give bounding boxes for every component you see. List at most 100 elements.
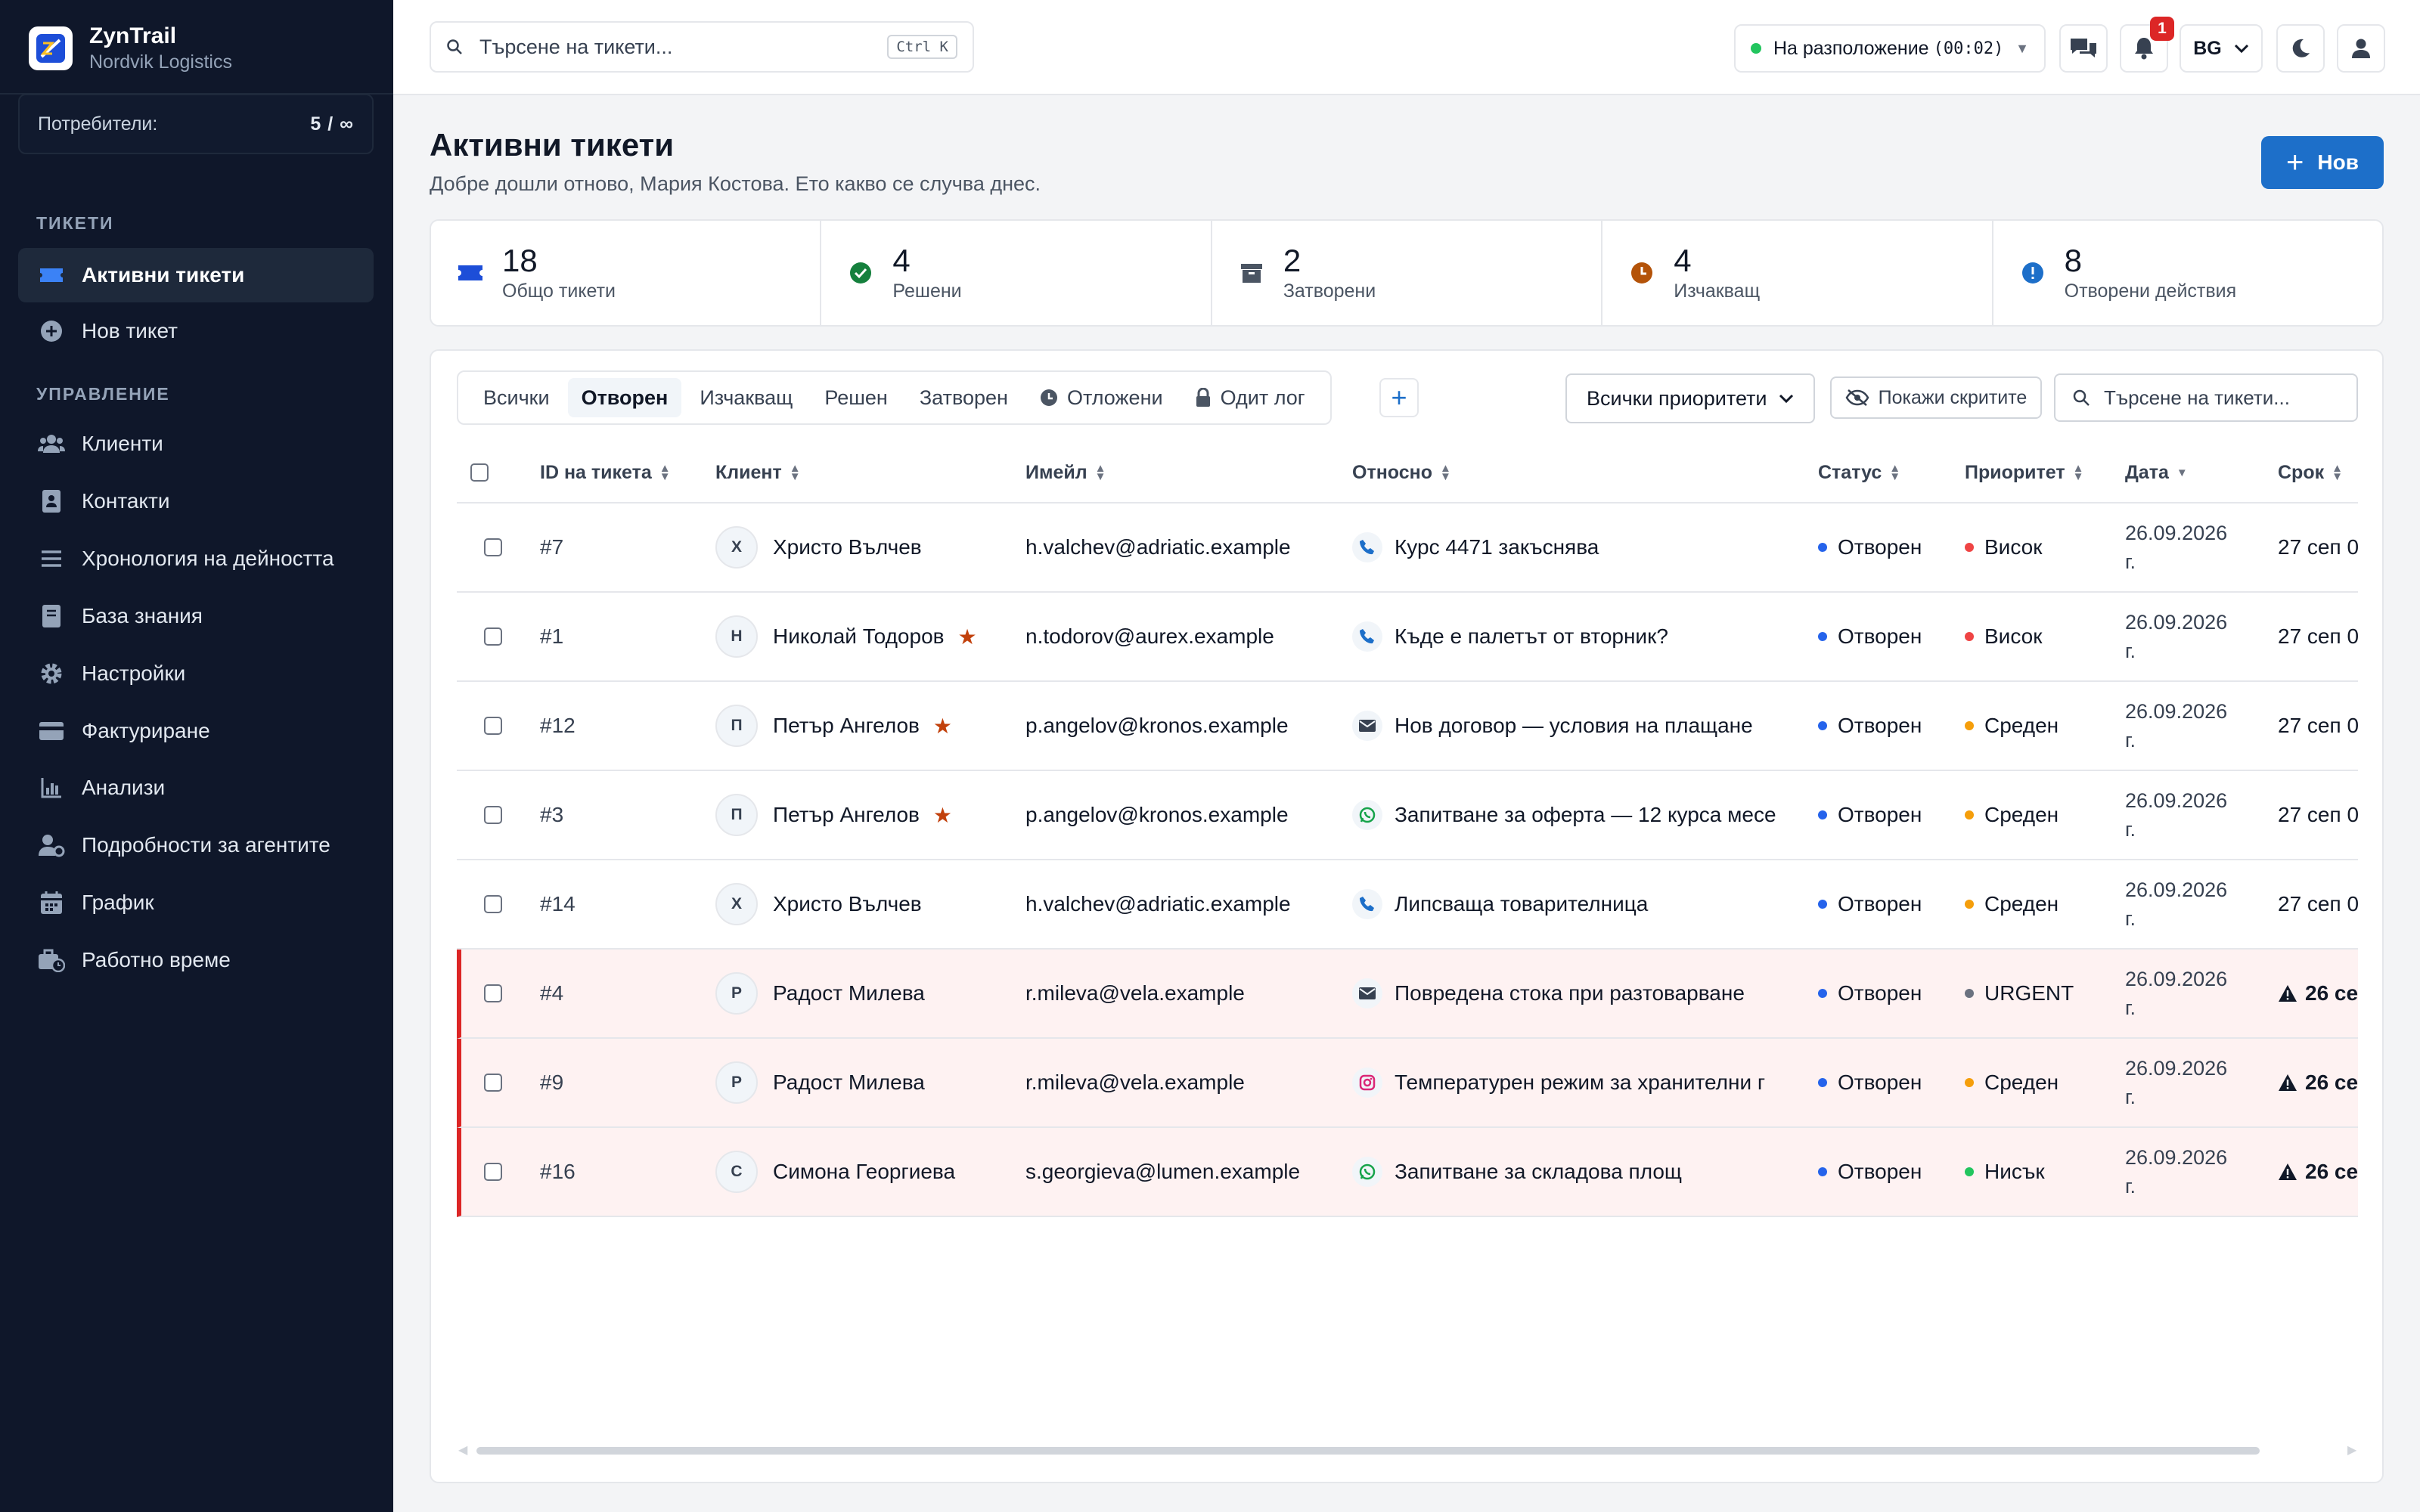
stat-open-actions[interactable]: 8 Отворени действия: [1993, 221, 2382, 325]
ticket-id[interactable]: #9: [540, 1039, 691, 1126]
ticket-id[interactable]: #4: [540, 950, 691, 1037]
column-header-date[interactable]: Дата ▼: [2125, 442, 2188, 503]
table-row[interactable]: #4 Р Радост Милева r.mileva@vela.example…: [457, 950, 2358, 1039]
ticket-id[interactable]: #7: [540, 503, 691, 591]
subject-cell[interactable]: Повредена стока при разтоварване: [1352, 950, 1776, 1037]
column-header-email[interactable]: Имейл ▲ ▼: [1025, 442, 1106, 503]
language-select[interactable]: BG: [2180, 24, 2263, 73]
client-email[interactable]: p.angelov@kronos.example: [1025, 682, 1343, 770]
subject-cell[interactable]: Запитване за складова площ: [1352, 1128, 1776, 1216]
table-row[interactable]: #9 Р Радост Милева r.mileva@vela.example…: [457, 1039, 2358, 1128]
ticket-id[interactable]: #16: [540, 1128, 691, 1216]
sidebar-item-clients[interactable]: Клиенти: [18, 417, 374, 471]
tab-all[interactable]: Всички: [470, 378, 563, 417]
stat-total[interactable]: 18 Общо тикети: [431, 221, 822, 325]
client-cell[interactable]: П Петър Ангелов ★: [715, 771, 1018, 859]
tab-closed[interactable]: Затворен: [906, 378, 1022, 417]
tab-snoozed[interactable]: Отложени: [1026, 378, 1177, 417]
tab-open[interactable]: Отворен: [567, 378, 682, 417]
brand[interactable]: ZynTrail Nordvik Logistics: [29, 23, 232, 74]
horizontal-scrollbar[interactable]: [476, 1447, 2260, 1455]
app-logo-icon: [29, 26, 73, 70]
sidebar-item-settings[interactable]: Настройки: [18, 646, 374, 701]
stat-resolved[interactable]: 4 Решени: [821, 221, 1212, 325]
client-email[interactable]: n.todorov@aurex.example: [1025, 593, 1343, 680]
table-row[interactable]: #7 Х Христо Вълчев h.valchev@adriatic.ex…: [457, 503, 2358, 593]
row-checkbox[interactable]: [484, 1074, 502, 1092]
column-header-status[interactable]: Статус ▲ ▼: [1818, 442, 1900, 503]
availability-status-dropdown[interactable]: На разположение (00:02) ▼: [1734, 24, 2046, 73]
client-email[interactable]: h.valchev@adriatic.example: [1025, 503, 1343, 591]
table-row[interactable]: #3 П Петър Ангелов ★ p.angelov@kronos.ex…: [457, 771, 2358, 860]
date-cell: 26.09.2026 г.: [2125, 771, 2269, 859]
ticket-id[interactable]: #12: [540, 682, 691, 770]
client-cell[interactable]: П Петър Ангелов ★: [715, 682, 1018, 770]
tab-pending[interactable]: Изчакващ: [686, 378, 806, 417]
client-email[interactable]: s.georgieva@lumen.example: [1025, 1128, 1343, 1216]
show-hidden-button[interactable]: Покажи скритите: [1830, 376, 2042, 419]
ticket-id[interactable]: #1: [540, 593, 691, 680]
select-all-checkbox[interactable]: [470, 463, 489, 482]
chat-button[interactable]: [2059, 24, 2108, 73]
ticket-id[interactable]: #3: [540, 771, 691, 859]
global-search-input[interactable]: Търсене на тикети... Ctrl K: [430, 21, 974, 73]
sidebar-item-schedule[interactable]: График: [18, 875, 374, 930]
table-row[interactable]: #14 Х Христо Вълчев h.valchev@adriatic.e…: [457, 860, 2358, 950]
sidebar-item-knowledge-base[interactable]: База знания: [18, 589, 374, 643]
scroll-right-arrow[interactable]: ▶: [2347, 1442, 2356, 1458]
client-email[interactable]: r.mileva@vela.example: [1025, 950, 1343, 1037]
client-cell[interactable]: Н Николай Тодоров ★: [715, 593, 1018, 680]
table-row[interactable]: #16 С Симона Георгиева s.georgieva@lumen…: [457, 1128, 2358, 1217]
sidebar-item-agents[interactable]: Подробности за агентите: [18, 818, 374, 872]
client-email[interactable]: h.valchev@adriatic.example: [1025, 860, 1343, 948]
client-email[interactable]: r.mileva@vela.example: [1025, 1039, 1343, 1126]
sidebar-item-work-hours[interactable]: Работно време: [18, 933, 374, 987]
ticket-search-input[interactable]: Търсене на тикети...: [2054, 373, 2358, 422]
subject-cell[interactable]: Липсваща товарителница: [1352, 860, 1776, 948]
column-header-id[interactable]: ID на тикета ▲ ▼: [540, 442, 671, 503]
sidebar-item-contacts[interactable]: Контакти: [18, 474, 374, 528]
row-checkbox[interactable]: [484, 717, 502, 735]
row-checkbox[interactable]: [484, 627, 502, 646]
tab-resolved[interactable]: Решен: [811, 378, 901, 417]
sidebar-item-activity[interactable]: Хронология на дейността: [18, 531, 374, 586]
row-checkbox[interactable]: [484, 984, 502, 1002]
subject-cell[interactable]: Температурен режим за хранителни г: [1352, 1039, 1776, 1126]
table-row[interactable]: #12 П Петър Ангелов ★ p.angelov@kronos.e…: [457, 682, 2358, 771]
row-checkbox[interactable]: [484, 895, 502, 913]
tab-audit-log[interactable]: Одит лог: [1181, 378, 1319, 417]
subject-cell[interactable]: Нов договор — условия на плащане: [1352, 682, 1776, 770]
row-checkbox[interactable]: [484, 538, 502, 556]
scroll-left-arrow[interactable]: ◀: [458, 1442, 467, 1458]
table-row[interactable]: #1 Н Николай Тодоров ★ n.todorov@aurex.e…: [457, 593, 2358, 682]
notifications-button[interactable]: 1: [2120, 17, 2174, 73]
sidebar-item-analytics[interactable]: Анализи: [18, 761, 374, 815]
subject-cell[interactable]: Къде е палетът от вторник?: [1352, 593, 1776, 680]
avatar: С: [715, 1151, 758, 1193]
priority-filter-select[interactable]: Всички приоритети: [1565, 373, 1815, 423]
client-cell[interactable]: С Симона Георгиева: [715, 1128, 1018, 1216]
stat-closed[interactable]: 2 Затворени: [1212, 221, 1603, 325]
new-ticket-button[interactable]: + Нов: [2261, 136, 2384, 189]
row-checkbox[interactable]: [484, 806, 502, 824]
column-header-client[interactable]: Клиент ▲ ▼: [715, 442, 801, 503]
stat-pending[interactable]: 4 Изчакващ: [1602, 221, 1993, 325]
add-tab-button[interactable]: +: [1379, 378, 1419, 417]
client-cell[interactable]: Р Радост Милева: [715, 950, 1018, 1037]
subject-cell[interactable]: Курс 4471 закъснява: [1352, 503, 1776, 591]
client-cell[interactable]: Х Христо Вълчев: [715, 860, 1018, 948]
column-header-due[interactable]: Срок ▲ ▼: [2278, 442, 2343, 503]
client-cell[interactable]: Р Радост Милева: [715, 1039, 1018, 1126]
sidebar-item-active-tickets[interactable]: Активни тикети: [18, 248, 374, 302]
sidebar-item-billing[interactable]: Фактуриране: [18, 704, 374, 758]
sidebar-item-new-ticket[interactable]: Нов тикет: [18, 304, 374, 358]
dark-mode-toggle[interactable]: [2276, 24, 2325, 73]
user-menu-button[interactable]: [2337, 24, 2385, 73]
ticket-id[interactable]: #14: [540, 860, 691, 948]
client-email[interactable]: p.angelov@kronos.example: [1025, 771, 1343, 859]
subject-cell[interactable]: Запитване за оферта — 12 курса месе: [1352, 771, 1776, 859]
row-checkbox[interactable]: [484, 1163, 502, 1181]
client-cell[interactable]: Х Христо Вълчев: [715, 503, 1018, 591]
column-header-priority[interactable]: Приоритет ▲ ▼: [1965, 442, 2083, 503]
column-header-subject[interactable]: Относно ▲ ▼: [1352, 442, 1451, 503]
